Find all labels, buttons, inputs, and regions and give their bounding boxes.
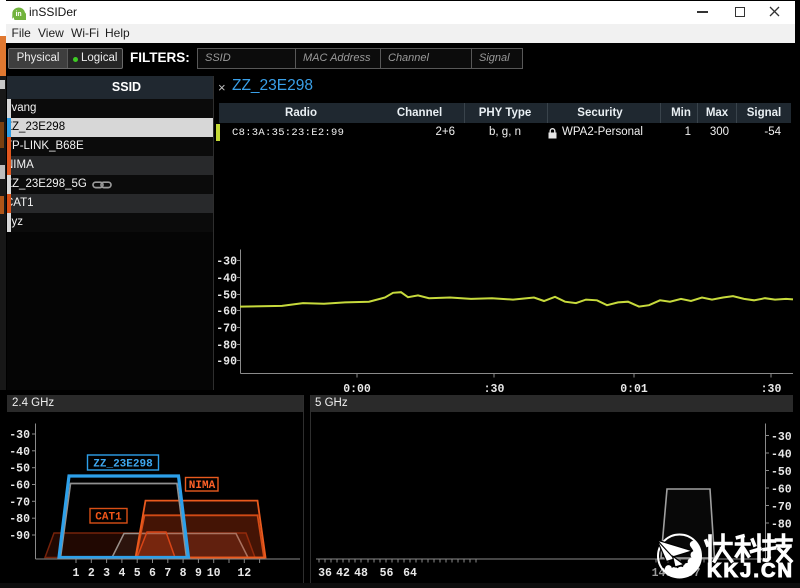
svg-text:-90: -90	[216, 356, 237, 369]
svg-text:-80: -80	[216, 340, 237, 353]
svg-text:-40: -40	[9, 446, 30, 459]
svg-text::30: :30	[761, 383, 782, 395]
svg-text:56: 56	[380, 567, 394, 580]
svg-text:-90: -90	[9, 530, 30, 543]
svg-text::30: :30	[484, 383, 505, 395]
svg-text:-70: -70	[771, 501, 792, 514]
svg-text:-60: -60	[771, 484, 792, 497]
svg-text:6: 6	[149, 567, 156, 580]
svg-text:36: 36	[318, 567, 332, 580]
svg-text:CAT1: CAT1	[95, 512, 122, 524]
svg-text:-60: -60	[216, 306, 237, 319]
svg-text:KKJ.CN: KKJ.CN	[707, 560, 792, 582]
svg-text:-30: -30	[771, 431, 792, 444]
svg-text:8: 8	[180, 567, 187, 580]
svg-text:12: 12	[237, 567, 251, 580]
svg-text:7: 7	[164, 567, 171, 580]
svg-text:4: 4	[118, 567, 125, 580]
svg-text:0:00: 0:00	[343, 383, 371, 395]
svg-text:-80: -80	[9, 513, 30, 526]
svg-text:-30: -30	[216, 256, 237, 269]
svg-text:0:01: 0:01	[620, 383, 648, 395]
svg-text:42: 42	[336, 567, 350, 580]
svg-text:2: 2	[88, 567, 95, 580]
svg-text:-70: -70	[216, 323, 237, 336]
svg-text:10: 10	[207, 567, 221, 580]
svg-text:in: in	[15, 11, 21, 18]
svg-text:-50: -50	[771, 466, 792, 479]
svg-text:3: 3	[103, 567, 110, 580]
svg-text:9: 9	[195, 567, 202, 580]
svg-text:64: 64	[403, 567, 417, 580]
svg-text:-40: -40	[771, 449, 792, 462]
svg-text:-70: -70	[9, 496, 30, 509]
svg-text:-50: -50	[216, 290, 237, 303]
svg-text:-30: -30	[9, 429, 30, 442]
svg-text:5: 5	[134, 567, 141, 580]
svg-text:ZZ_23E298: ZZ_23E298	[93, 459, 153, 471]
svg-text:-60: -60	[9, 480, 30, 493]
svg-text:1: 1	[73, 567, 80, 580]
svg-text:-40: -40	[216, 273, 237, 286]
svg-text:NIMA: NIMA	[189, 480, 216, 492]
svg-text:48: 48	[354, 567, 368, 580]
svg-text:-50: -50	[9, 463, 30, 476]
